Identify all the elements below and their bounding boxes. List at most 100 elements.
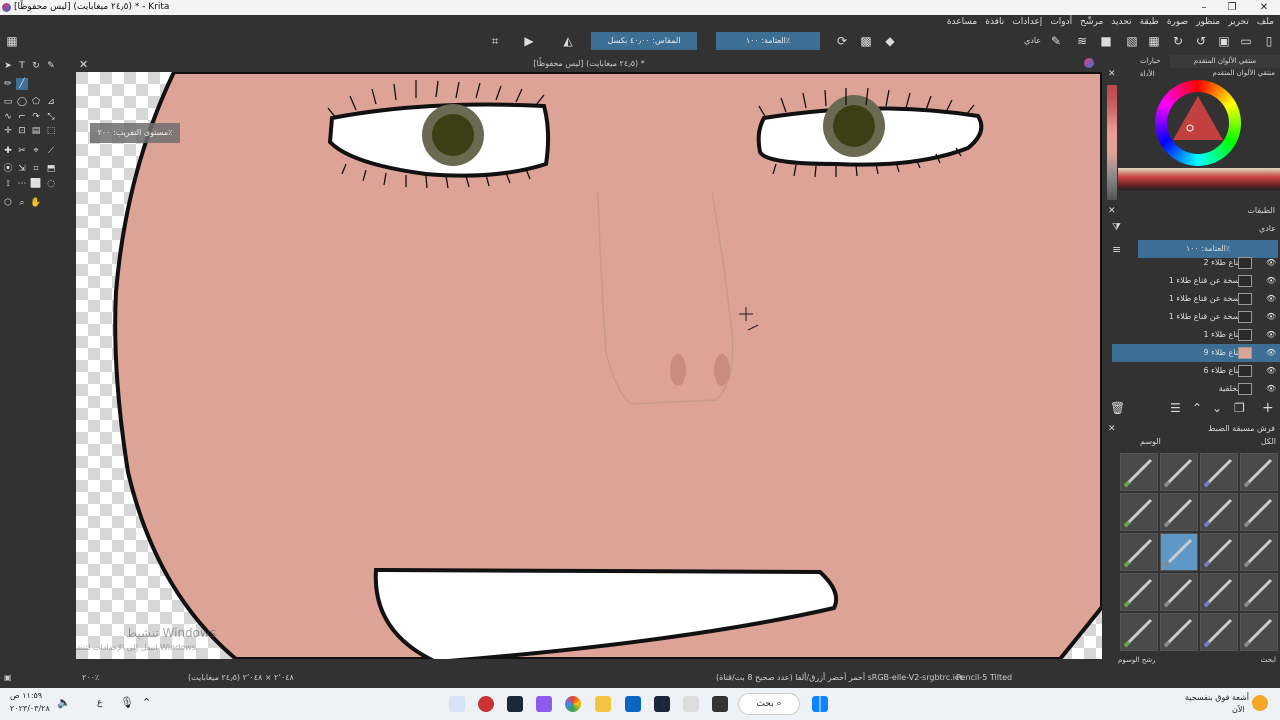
eraser-icon[interactable]: ◆: [882, 33, 898, 49]
ellipse-tool-icon[interactable]: ◯: [16, 96, 28, 108]
menu-item[interactable]: تحرير: [1228, 15, 1249, 30]
taskbar-discord-icon[interactable]: [536, 696, 552, 712]
text-tool-icon[interactable]: T: [16, 60, 28, 72]
smart-patch-tool-icon[interactable]: ✂: [16, 145, 28, 157]
weather-icon[interactable]: [1252, 695, 1268, 711]
brush-preset-icon[interactable]: ✎: [1048, 33, 1064, 49]
taskbar-steam2-icon[interactable]: [654, 696, 670, 712]
assistant-tool-icon[interactable]: ⦿: [2, 163, 14, 175]
taskbar-taskview-icon[interactable]: [712, 696, 728, 712]
fill-tool-icon[interactable]: ⌖: [30, 145, 42, 157]
taskbar-date[interactable]: ٢٠٢٣/٠٣/٢٨: [10, 704, 50, 713]
crop-tool-icon[interactable]: ▤: [30, 125, 42, 137]
taskbar-store-icon[interactable]: [625, 696, 641, 712]
close-document-icon[interactable]: ✕: [79, 58, 88, 71]
blend-mode-select[interactable]: عادي: [1024, 36, 1041, 45]
brush-search-field[interactable]: ابحث: [1240, 656, 1276, 664]
freehand-selection-tool-icon[interactable]: ⌐: [16, 111, 28, 123]
brush-preset-tile[interactable]: [1160, 533, 1198, 571]
rectangle-tool-icon[interactable]: ▭: [2, 96, 14, 108]
brush-size-field[interactable]: المقاس: ٤٠٫٠٠ بكسل: [591, 32, 697, 50]
color-history-strip[interactable]: [1107, 85, 1117, 200]
brush-preset-tile[interactable]: [1200, 573, 1238, 611]
start-button-icon[interactable]: [812, 696, 828, 712]
close-brushes-icon[interactable]: ✕: [1108, 424, 1116, 434]
close-window-button[interactable]: ✕: [1250, 0, 1278, 15]
line-tool-icon[interactable]: ╱: [16, 78, 28, 90]
menu-item[interactable]: صورة: [1167, 15, 1188, 30]
brush-preset-tile[interactable]: [1160, 453, 1198, 491]
brush-preset-tile[interactable]: [1240, 613, 1278, 651]
poly-select-tool-icon[interactable]: ⬡: [2, 197, 14, 209]
add-layer-icon[interactable]: +: [1262, 400, 1274, 416]
menu-item[interactable]: منظور: [1196, 15, 1220, 30]
reference-tool-icon[interactable]: ⌗: [30, 163, 42, 175]
brush-preset-tile[interactable]: [1240, 493, 1278, 531]
opacity-field[interactable]: العتامة: ١٠٠٪: [716, 32, 820, 50]
taskbar-time[interactable]: ١١:٥٩ ص: [10, 691, 42, 700]
redo-icon[interactable]: ↻: [1170, 33, 1186, 49]
mirror-icon[interactable]: ◭: [560, 33, 576, 49]
duplicate-layer-icon[interactable]: ❐: [1234, 401, 1245, 415]
layer-visibility-icon[interactable]: 👁: [1266, 362, 1276, 380]
taskbar-search[interactable]: بحث ⌕: [738, 693, 800, 715]
measure-tool-icon[interactable]: ⇲: [16, 163, 28, 175]
gradient-tool-icon[interactable]: ⬚: [45, 125, 57, 137]
tab-tool-options[interactable]: خيارات الأداة: [1140, 55, 1170, 78]
status-zoom[interactable]: ٢٠٠٪: [82, 669, 99, 687]
delete-layer-icon[interactable]: 🗑: [1110, 401, 1125, 415]
pattern-edit-tool-icon[interactable]: ⟋: [45, 145, 57, 157]
brush-preset-tile[interactable]: [1240, 533, 1278, 571]
freehand-path-tool-icon[interactable]: ✎: [45, 60, 57, 72]
move-tool-icon[interactable]: ⊡: [16, 125, 28, 137]
menu-item[interactable]: أدوات: [1050, 15, 1072, 30]
microphone-icon[interactable]: 🎙: [120, 696, 134, 709]
menu-item[interactable]: نافذة: [985, 15, 1004, 30]
transform-tool-icon[interactable]: ✛: [2, 125, 14, 137]
taskbar-steam-icon[interactable]: [507, 696, 523, 712]
contiguous-tool-icon[interactable]: ⋯: [16, 178, 28, 190]
lasso-tool-icon[interactable]: ⬒: [45, 163, 57, 175]
close-layers-icon[interactable]: ✕: [1108, 206, 1116, 216]
similar-tool-icon[interactable]: ⟟: [2, 178, 14, 190]
layer-visibility-icon[interactable]: 👁: [1266, 326, 1276, 344]
color-triangle[interactable]: [1167, 92, 1229, 154]
brush-preset-tile[interactable]: [1120, 493, 1158, 531]
brush-tool-icon[interactable]: ✏: [2, 78, 14, 90]
color-picker-tool-icon[interactable]: ✚: [2, 145, 14, 157]
layer-blend-mode[interactable]: عادي: [1210, 224, 1276, 233]
brush-preset-tile[interactable]: [1240, 573, 1278, 611]
pattern-icon[interactable]: ▦: [1146, 33, 1162, 49]
taskbar-app-icon[interactable]: [478, 696, 494, 712]
brush-preset-tile[interactable]: [1160, 573, 1198, 611]
dynamic-brush-tool-icon[interactable]: ↷: [30, 111, 42, 123]
calligraphy-tool-icon[interactable]: ↻: [30, 60, 42, 72]
brush-preset-tile[interactable]: [1120, 533, 1158, 571]
brush-preset-tile[interactable]: [1120, 573, 1158, 611]
taskbar-krita-icon[interactable]: [449, 696, 465, 712]
layer-row[interactable]: قناع طلاء 2 👁: [1112, 254, 1280, 272]
taskbar-language[interactable]: ع: [97, 698, 102, 708]
tab-advanced-color-selector[interactable]: منتقي الألوان المتقدم: [1170, 55, 1280, 68]
brush-preset-tile[interactable]: [1160, 493, 1198, 531]
undo-icon[interactable]: ↺: [1193, 33, 1209, 49]
layer-row[interactable]: نسخة عن قناع طلاء 1 👁: [1112, 290, 1280, 308]
select-shapes-tool-icon[interactable]: ➤: [2, 60, 14, 72]
color-sliders[interactable]: [1118, 168, 1280, 190]
brush-preset-tile[interactable]: [1240, 453, 1278, 491]
menu-item[interactable]: طبقة: [1140, 15, 1159, 30]
menu-item[interactable]: ملف: [1257, 15, 1274, 30]
menu-item[interactable]: تحديد: [1111, 15, 1131, 30]
close-docker-icon[interactable]: ✕: [1108, 69, 1116, 79]
taskbar-explorer-icon[interactable]: [595, 696, 611, 712]
layer-visibility-icon[interactable]: 👁: [1266, 290, 1276, 308]
menu-item[interactable]: إعدادات: [1012, 15, 1042, 30]
taskbar-chrome-icon[interactable]: [565, 696, 581, 712]
brush-tag-filter[interactable]: رشح الوسوم: [1118, 656, 1162, 664]
brush-preset-tile[interactable]: [1200, 453, 1238, 491]
speaker-icon[interactable]: 🔈: [57, 696, 71, 709]
layer-properties-icon[interactable]: ☰: [1170, 401, 1181, 415]
layer-row[interactable]: قناع طلاء 1 👁: [1112, 326, 1280, 344]
brush-preset-tile[interactable]: [1200, 613, 1238, 651]
move-layer-up-icon[interactable]: ⌃: [1192, 401, 1202, 415]
